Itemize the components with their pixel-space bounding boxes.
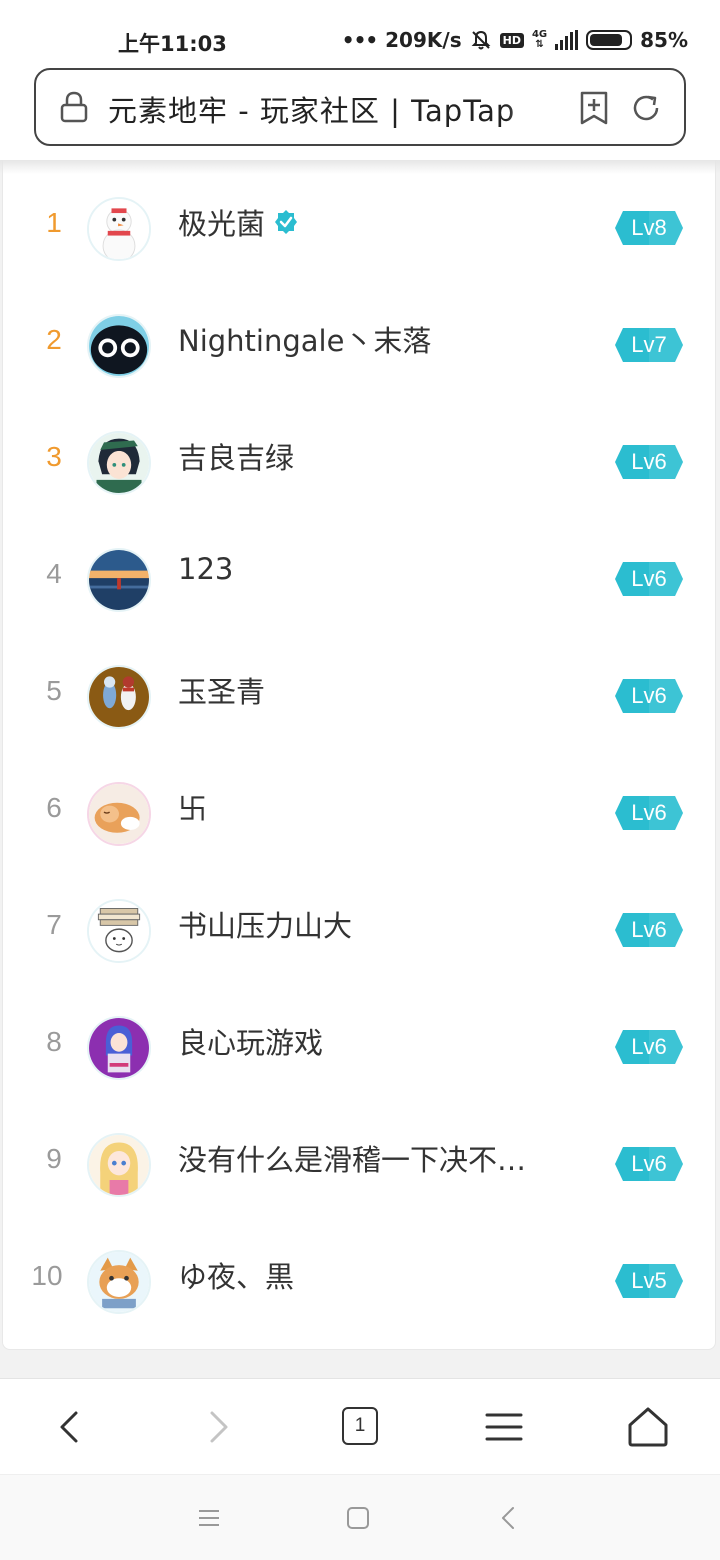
user-name[interactable]: Nightingale丶末落: [178, 318, 431, 360]
user-name-text[interactable]: 123: [178, 552, 233, 586]
user-name-text[interactable]: 玉圣青: [178, 669, 265, 711]
level-text: Lv6: [631, 1151, 667, 1176]
leaderboard-card: 1 极光菌 Lv8 2 Nightingale丶末落 Lv7 3 吉良吉绿 Lv…: [2, 160, 716, 1350]
leaderboard-row[interactable]: 5 玉圣青 Lv6: [3, 638, 717, 755]
status-time: 上午11:03: [118, 32, 227, 56]
leaderboard-row[interactable]: 10 ゆ夜、黒 Lv5: [3, 1223, 717, 1340]
cell-network: 4G ⇅: [532, 30, 547, 50]
user-name[interactable]: 良心玩游戏: [178, 1020, 323, 1062]
back-icon[interactable]: [46, 1403, 94, 1451]
level-badge: Lv8: [615, 211, 683, 245]
recents-icon[interactable]: [194, 1503, 224, 1533]
leaderboard-row[interactable]: 7 书山压力山大 Lv6: [3, 872, 717, 989]
user-name-text[interactable]: 卐: [178, 786, 207, 828]
purple-girl-avatar[interactable]: [87, 1016, 151, 1080]
level-badge: Lv5: [615, 1264, 683, 1298]
books-avatar[interactable]: [87, 899, 151, 963]
leaderboard-row[interactable]: 8 良心玩游戏 Lv6: [3, 989, 717, 1106]
user-name[interactable]: ゆ夜、黒: [178, 1254, 294, 1296]
user-name[interactable]: 卐: [178, 786, 207, 828]
reload-icon[interactable]: [628, 90, 664, 126]
blonde-girl-avatar[interactable]: [87, 1133, 151, 1197]
user-name-text[interactable]: 没有什么是滑稽一下决不…: [178, 1137, 526, 1179]
level-badge: Lv6: [615, 562, 683, 596]
url-text[interactable]: 元素地牢 - 玩家社区 | TapTap: [108, 88, 552, 130]
level-text: Lv6: [631, 449, 667, 474]
sleeping-cat-avatar[interactable]: [87, 782, 151, 846]
hd-icon: HD: [499, 32, 524, 48]
level-badge: Lv7: [615, 328, 683, 362]
rank-number: 10: [31, 1260, 63, 1291]
verified-icon: [275, 210, 298, 234]
user-name-text[interactable]: 书山压力山大: [178, 903, 352, 945]
home-icon[interactable]: [624, 1403, 672, 1451]
user-name[interactable]: 书山压力山大: [178, 903, 352, 945]
user-name-text[interactable]: ゆ夜、黒: [178, 1254, 294, 1296]
user-name[interactable]: 123: [178, 552, 233, 586]
black-cat-avatar[interactable]: [87, 314, 151, 378]
status-bar: 上午11:03 ••• 209K/s HD 4G ⇅ 85%: [0, 0, 720, 62]
leaderboard-row[interactable]: 9 没有什么是滑稽一下决不… Lv6: [3, 1106, 717, 1223]
user-name[interactable]: 吉良吉绿: [178, 435, 294, 477]
header-shadow: [0, 160, 720, 174]
browser-toolbar: 1: [0, 1378, 720, 1474]
battery-percent: 85%: [640, 28, 688, 52]
level-badge: Lv6: [615, 445, 683, 479]
status-icons: ••• 209K/s HD 4G ⇅ 85%: [342, 28, 688, 52]
level-badge: Lv6: [615, 796, 683, 830]
level-text: Lv8: [631, 215, 667, 240]
forward-icon[interactable]: [194, 1403, 242, 1451]
system-back-icon[interactable]: [494, 1503, 524, 1533]
lock-icon: [60, 91, 88, 123]
user-name[interactable]: 没有什么是滑稽一下决不…: [178, 1137, 526, 1179]
cell-signal-icon: [555, 30, 579, 50]
user-name-text[interactable]: 吉良吉绿: [178, 435, 294, 477]
shiba-dog-avatar[interactable]: [87, 1250, 151, 1314]
level-badge: Lv6: [615, 1030, 683, 1064]
data-arrows-icon: ⇅: [535, 39, 544, 50]
user-name-text[interactable]: 极光菌: [178, 201, 265, 243]
tabs-icon[interactable]: 1: [342, 1407, 378, 1445]
user-name[interactable]: 极光菌: [178, 201, 299, 243]
menu-icon[interactable]: [480, 1403, 528, 1451]
user-name-text[interactable]: Nightingale丶末落: [178, 318, 431, 360]
figures-avatar[interactable]: [87, 665, 151, 729]
level-badge: Lv6: [615, 1147, 683, 1181]
leaderboard-row[interactable]: 6 卐 Lv6: [3, 755, 717, 872]
tab-count: 1: [354, 1415, 366, 1436]
leaderboard-row[interactable]: 2 Nightingale丶末落 Lv7: [3, 287, 717, 404]
net-speed: 209K/s: [385, 28, 462, 52]
sunset-sea-avatar[interactable]: [87, 548, 151, 612]
address-bar[interactable]: 元素地牢 - 玩家社区 | TapTap: [34, 68, 686, 146]
system-nav-bar: [0, 1474, 720, 1560]
user-name-text[interactable]: 良心玩游戏: [178, 1020, 323, 1062]
url-fade: [506, 84, 556, 130]
leaderboard-row[interactable]: 3 吉良吉绿 Lv6: [3, 404, 717, 521]
snowman-avatar[interactable]: [87, 197, 151, 261]
battery-icon: [586, 30, 633, 50]
level-text: Lv6: [631, 683, 667, 708]
battery-fill: [590, 34, 623, 46]
level-text: Lv7: [631, 332, 667, 357]
leaderboard-row[interactable]: 1 极光菌 Lv8: [3, 170, 717, 287]
anime-boy-avatar[interactable]: [87, 431, 151, 495]
mute-bell-icon: [471, 30, 491, 50]
level-badge: Lv6: [615, 913, 683, 947]
user-name[interactable]: 玉圣青: [178, 669, 265, 711]
signal-dots-icon: •••: [341, 28, 378, 52]
level-text: Lv6: [631, 800, 667, 825]
home-square-icon[interactable]: [343, 1503, 373, 1533]
bookmark-add-icon[interactable]: [578, 90, 610, 126]
leaderboard-row[interactable]: 4 123 Lv6: [3, 521, 717, 638]
level-badge: Lv6: [615, 679, 683, 713]
level-text: Lv5: [631, 1268, 667, 1293]
level-text: Lv6: [631, 917, 667, 942]
level-text: Lv6: [631, 566, 667, 591]
level-text: Lv6: [631, 1034, 667, 1059]
